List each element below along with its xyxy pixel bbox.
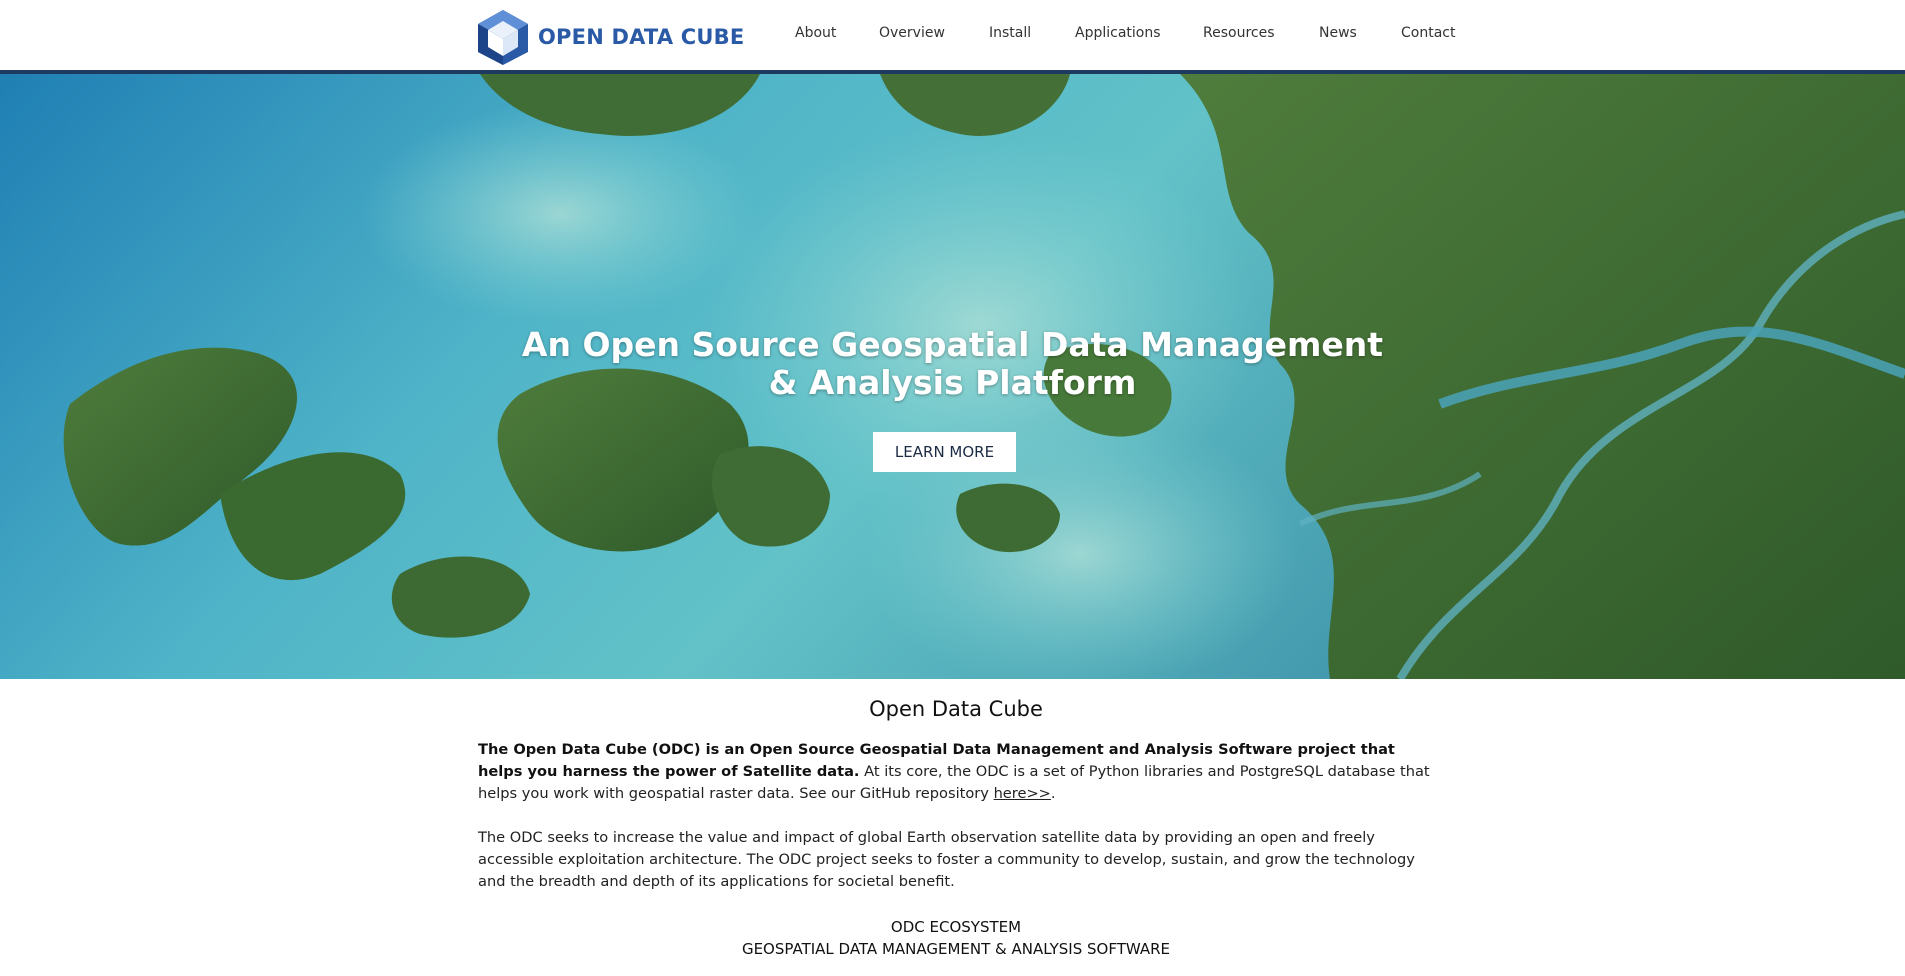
nav-install[interactable]: Install <box>989 25 1033 41</box>
nav-news[interactable]: News <box>1319 25 1359 41</box>
nav-applications[interactable]: Applications <box>1075 25 1161 41</box>
hero-title: An Open Source Geospatial Data Managemen… <box>0 326 1905 402</box>
hero-banner: An Open Source Geospatial Data Managemen… <box>0 74 1905 679</box>
hero-title-line1: An Open Source Geospatial Data Managemen… <box>521 325 1384 364</box>
ecosystem-line2: GEOSPATIAL DATA MANAGEMENT & ANALYSIS SO… <box>741 940 1171 958</box>
hero-title-line2: & Analysis Platform <box>768 363 1137 402</box>
ecosystem-line1: ODC ECOSYSTEM <box>890 918 1022 936</box>
nav-about[interactable]: About <box>795 25 837 41</box>
nav-contact[interactable]: Contact <box>1401 25 1457 41</box>
github-link[interactable]: here>> <box>994 785 1051 802</box>
brand-name: OPEN DATA CUBE <box>538 25 745 49</box>
ecosystem-heading: ODC ECOSYSTEM GEOSPATIAL DATA MANAGEMENT… <box>478 916 1434 960</box>
mission-paragraph: The ODC seeks to increase the value and … <box>478 829 1415 890</box>
logo[interactable]: OPEN DATA CUBE <box>476 8 744 66</box>
learn-more-button[interactable]: LEARN MORE <box>873 432 1016 472</box>
cube-logo-icon <box>478 10 528 65</box>
intro-text-end: . <box>1050 785 1056 802</box>
nav-resources[interactable]: Resources <box>1203 25 1277 41</box>
site-header: OPEN DATA CUBE About Overview Install Ap… <box>0 0 1905 74</box>
nav-overview[interactable]: Overview <box>879 25 947 41</box>
section-heading: Open Data Cube <box>869 697 1043 721</box>
intro-paragraph: The Open Data Cube (ODC) is an Open Sour… <box>478 739 1434 805</box>
main-nav: About Overview Install Applications Reso… <box>780 25 1457 41</box>
